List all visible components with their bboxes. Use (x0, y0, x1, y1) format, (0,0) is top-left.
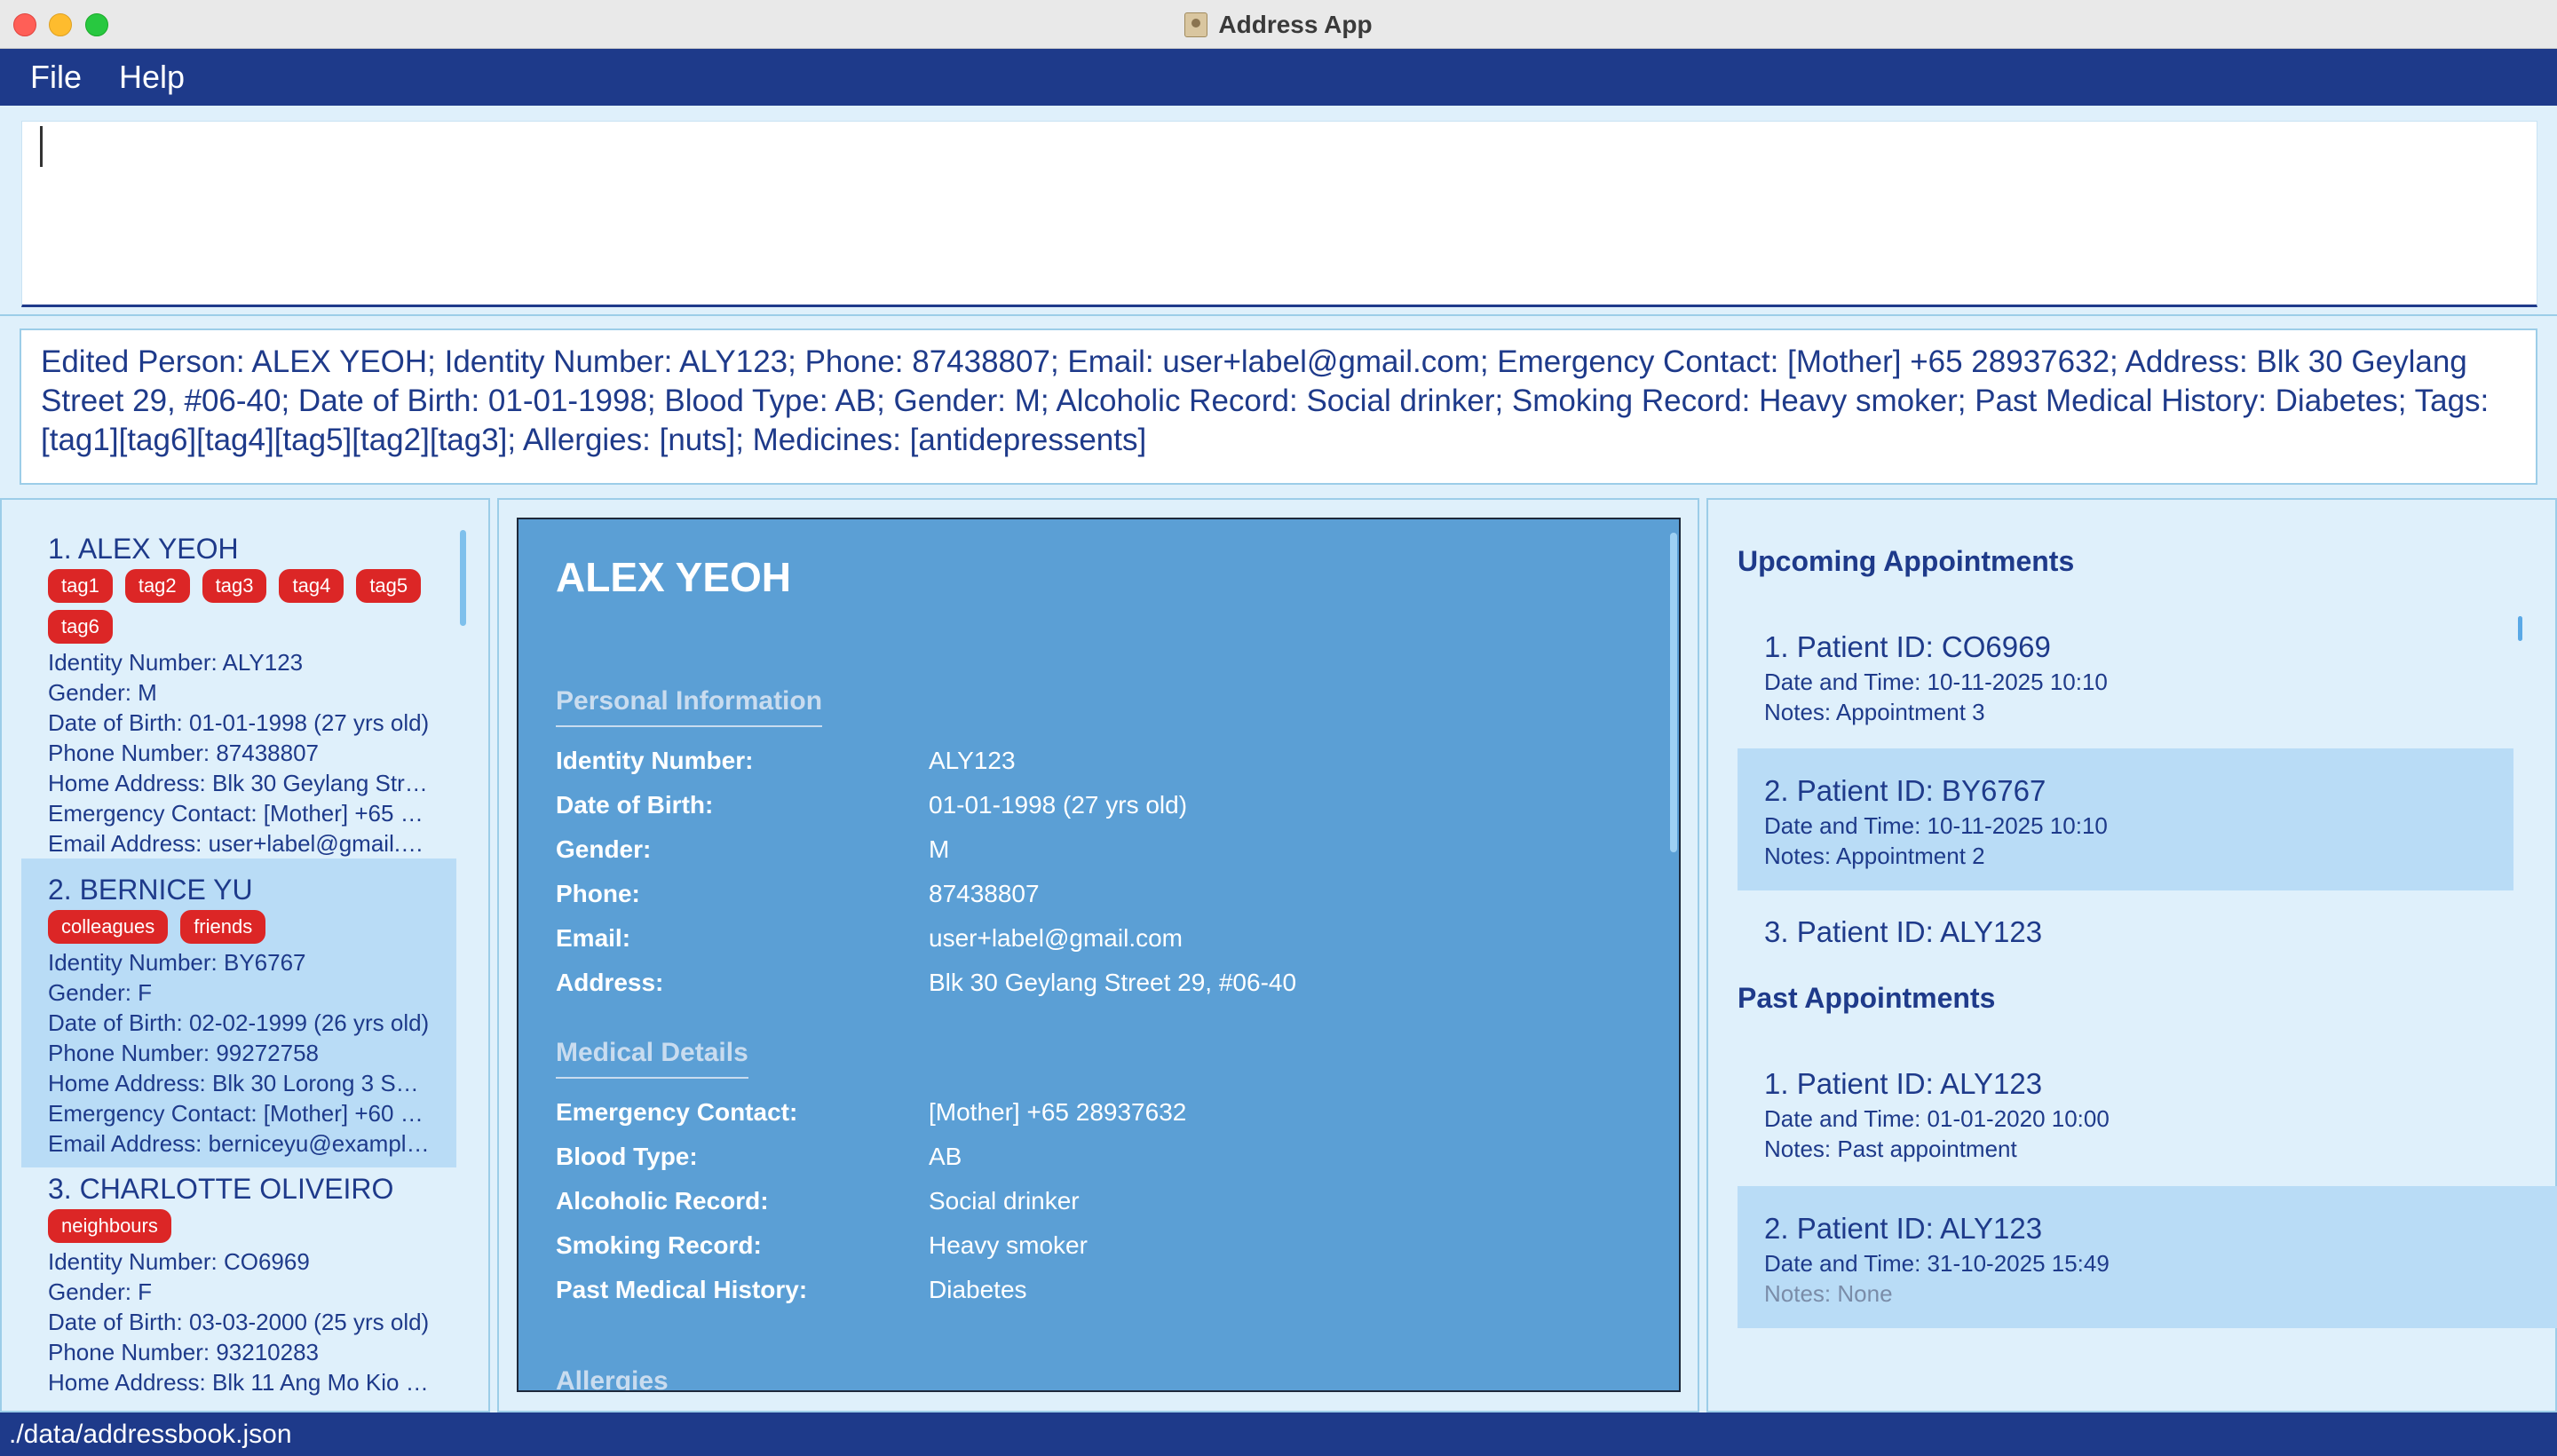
appointment-notes: Notes: None (1764, 1280, 1893, 1307)
appointment-datetime: Date and Time: 01-01-2020 10:00 (1764, 1105, 2110, 1132)
detail-label: Emergency Contact: (556, 1098, 798, 1126)
detail-identity-number: ALY123 (929, 747, 1016, 774)
detail-alcoholic-record: Social drinker (929, 1187, 1080, 1215)
phone-number: Phone Number: 87438807 (48, 740, 320, 766)
detail-gender: M (929, 835, 950, 863)
detail-smoking-record: Heavy smoker (929, 1231, 1088, 1259)
appointment-patient-id: 3. Patient ID: ALY123 (1764, 915, 2043, 948)
appointment-notes: Notes: Appointment 3 (1764, 699, 1985, 725)
gender: Gender: F (48, 1278, 153, 1305)
past-appointments-heading: Past Appointments (1738, 982, 1996, 1014)
person-detail-card: ALEX YEOH Personal Information Identity … (517, 518, 1681, 1392)
date-of-birth: Date of Birth: 03-03-2000 (25 yrs old) (48, 1309, 430, 1335)
phone-number: Phone Number: 93210283 (48, 1339, 320, 1365)
home-address: Home Address: Blk 11 Ang Mo Kio Stree... (48, 1369, 430, 1396)
home-address: Home Address: Blk 30 Lorong 3 Seran... (48, 1070, 430, 1096)
identity-number: Identity Number: CO6969 (48, 1248, 310, 1275)
gender: Gender: F (48, 979, 153, 1006)
appointment-patient-id: 1. Patient ID: CO6969 (1764, 630, 2051, 663)
person-name: 1. ALEX YEOH (48, 533, 239, 565)
person-list-scrollbar[interactable] (460, 530, 466, 626)
appointment-datetime: Date and Time: 31-10-2025 15:49 (1764, 1250, 2110, 1277)
person-card[interactable]: 1. ALEX YEOH tag1 tag2 tag3 tag4 tag5 ta… (21, 518, 456, 867)
gender: Gender: M (48, 679, 157, 706)
detail-label: Gender: (556, 835, 652, 863)
window-title-container: Address App (0, 0, 2557, 49)
appointment-datetime: Date and Time: 10-11-2025 10:10 (1764, 669, 2108, 695)
detail-label: Date of Birth: (556, 791, 714, 819)
phone-number: Phone Number: 99272758 (48, 1040, 320, 1066)
result-display: Edited Person: ALEX YEOH; Identity Numbe… (20, 328, 2537, 485)
detail-scrollbar[interactable] (1670, 533, 1677, 852)
appointment-card[interactable]: 2. Patient ID: ALY123 Date and Time: 31-… (1738, 1186, 2557, 1328)
emergency-contact: Emergency Contact: [Mother] +60 129... (48, 1100, 430, 1127)
appointment-card[interactable]: 1. Patient ID: CO6969 Date and Time: 10-… (1738, 619, 2513, 736)
tag: friends (180, 910, 266, 944)
tag: tag2 (124, 569, 190, 603)
tag: tag6 (48, 610, 113, 644)
email-address: Email Address: berniceyu@example.com (48, 1130, 430, 1157)
appointment-card[interactable]: 1. Patient ID: ALY123 Date and Time: 01-… (1738, 1056, 2513, 1173)
appointment-card[interactable]: 3. Patient ID: ALY123 (1738, 904, 2513, 961)
personal-information-heading: Personal Information (556, 686, 823, 727)
home-address: Home Address: Blk 30 Geylang Street ... (48, 770, 430, 796)
detail-label: Smoking Record: (556, 1231, 762, 1259)
emergency-contact: Emergency Contact: [Mother] +65 289... (48, 800, 430, 827)
appointment-card[interactable]: 2. Patient ID: BY6767 Date and Time: 10-… (1738, 748, 2513, 890)
person-name: 3. CHARLOTTE OLIVEIRO (48, 1173, 394, 1205)
detail-label: Phone: (556, 880, 640, 907)
appointment-patient-id: 1. Patient ID: ALY123 (1764, 1067, 2043, 1100)
detail-phone: 87438807 (929, 880, 1040, 907)
detail-label: Alcoholic Record: (556, 1187, 769, 1215)
upcoming-appointments-heading: Upcoming Appointments (1738, 545, 2075, 577)
text-cursor (40, 126, 43, 167)
detail-label: Address: (556, 969, 664, 996)
menu-file[interactable]: File (30, 59, 82, 96)
identity-number: Identity Number: ALY123 (48, 649, 304, 676)
date-of-birth: Date of Birth: 02-02-1999 (26 yrs old) (48, 1009, 430, 1036)
allergies-heading: Allergies (556, 1366, 669, 1390)
command-input[interactable] (21, 121, 2537, 307)
detail-past-medical-history: Diabetes (929, 1276, 1027, 1303)
tag: tag3 (202, 569, 267, 603)
detail-blood-type: AB (929, 1143, 962, 1170)
detail-address: Blk 30 Geylang Street 29, #06-40 (929, 969, 1297, 996)
person-card[interactable]: 2. BERNICE YU colleagues friends Identit… (21, 859, 456, 1167)
detail-label: Past Medical History: (556, 1276, 808, 1303)
medical-details-heading: Medical Details (556, 1038, 748, 1079)
status-bar: ./data/addressbook.json (0, 1412, 2557, 1456)
appointment-notes: Notes: Appointment 2 (1764, 843, 1985, 869)
detail-label: Identity Number: (556, 747, 754, 774)
appointment-patient-id: 2. Patient ID: ALY123 (1764, 1212, 2043, 1245)
person-name: 2. BERNICE YU (48, 874, 253, 906)
date-of-birth: Date of Birth: 01-01-1998 (27 yrs old) (48, 709, 430, 736)
tag: tag5 (356, 569, 422, 603)
email-address: Email Address: user+label@gmail.com (48, 830, 430, 857)
menu-help[interactable]: Help (119, 59, 185, 96)
menu-bar: File Help (0, 49, 2557, 106)
save-file-path: ./data/addressbook.json (9, 1419, 292, 1449)
detail-email: user+label@gmail.com (929, 924, 1183, 952)
detail-person-name: ALEX YEOH (556, 554, 791, 600)
detail-label: Email: (556, 924, 631, 952)
person-card[interactable]: 3. CHARLOTTE OLIVEIRO neighbours Identit… (21, 1158, 456, 1406)
tag: colleagues (48, 910, 169, 944)
upcoming-appointments-scrollbar[interactable] (2518, 616, 2522, 641)
identity-number: Identity Number: BY6767 (48, 949, 306, 976)
tag: neighbours (48, 1209, 171, 1243)
detail-label: Blood Type: (556, 1143, 698, 1170)
appointment-datetime: Date and Time: 10-11-2025 10:10 (1764, 812, 2108, 839)
window-title: Address App (1218, 10, 1373, 38)
detail-date-of-birth: 01-01-1998 (27 yrs old) (929, 791, 1188, 819)
tag: tag4 (279, 569, 344, 603)
address-book-icon (1184, 12, 1208, 37)
detail-emergency-contact: [Mother] +65 28937632 (929, 1098, 1187, 1126)
appointment-patient-id: 2. Patient ID: BY6767 (1764, 774, 2046, 807)
appointment-notes: Notes: Past appointment (1764, 1136, 2017, 1162)
tag: tag1 (48, 569, 113, 603)
